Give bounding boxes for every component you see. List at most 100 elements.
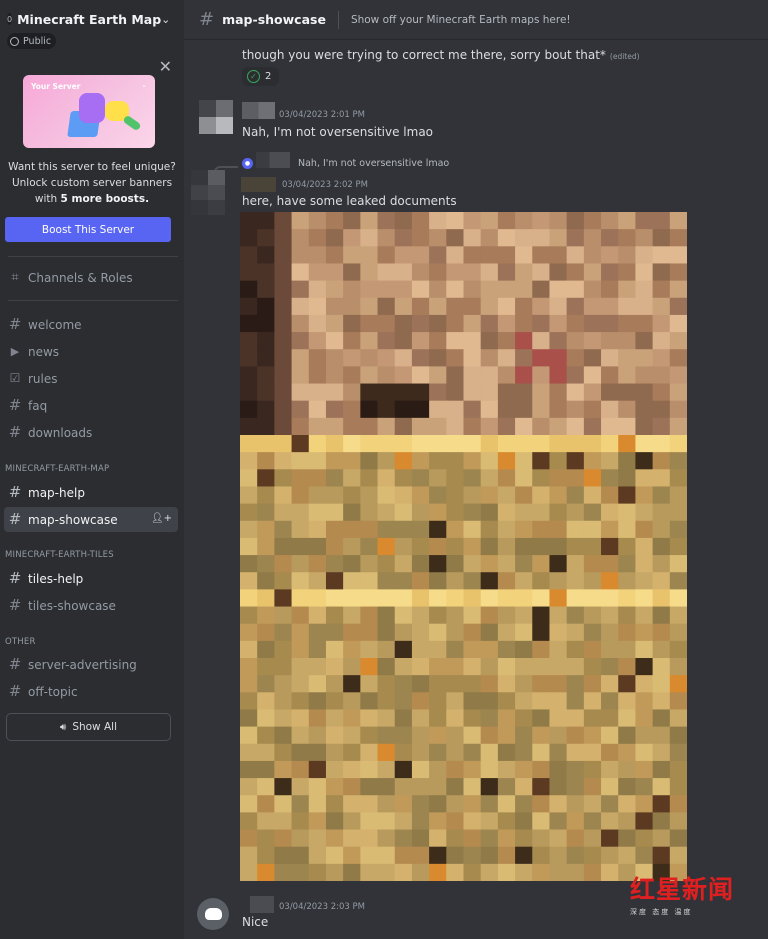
pixel-block xyxy=(429,623,447,642)
pixel-block xyxy=(480,297,499,316)
pixel-block xyxy=(532,863,551,881)
pixel-block xyxy=(497,486,516,505)
pixel-block xyxy=(463,400,482,419)
pixel-block xyxy=(532,469,551,488)
pixel-block xyxy=(635,229,654,247)
pixel-block xyxy=(308,589,327,608)
pixel-block xyxy=(497,366,516,385)
channel-map-showcase[interactable]: # map-showcase 👤︎+ xyxy=(4,507,178,532)
avatar[interactable] xyxy=(191,170,225,215)
add-member-icon[interactable]: 👤︎+ xyxy=(151,513,172,524)
channel-faq[interactable]: # faq xyxy=(4,393,178,418)
pixel-block xyxy=(515,812,533,831)
pixel-block xyxy=(446,606,465,625)
pixel-block xyxy=(411,212,430,230)
pixel-block xyxy=(325,572,344,590)
pixel-block xyxy=(480,743,499,762)
pixel-block xyxy=(497,229,516,247)
pixel-block xyxy=(635,812,654,831)
pixel-block xyxy=(446,846,465,865)
image-attachment[interactable] xyxy=(240,212,687,881)
channel-welcome[interactable]: # welcome xyxy=(4,312,178,337)
hash-icon: # xyxy=(8,315,22,333)
pixel-block xyxy=(480,332,499,350)
username-redacted[interactable] xyxy=(241,177,276,192)
pixel-block xyxy=(377,555,396,573)
reply-preview[interactable]: Nah, I'm not oversensitive lmao xyxy=(298,158,449,169)
pixel-block xyxy=(446,314,465,333)
pixelated-image[interactable] xyxy=(240,212,687,881)
category-label[interactable]: OTHER xyxy=(5,637,36,647)
pixel-block xyxy=(497,503,516,522)
pixel-block xyxy=(669,589,687,608)
channel-off-topic[interactable]: # off-topic xyxy=(4,679,178,704)
pixel-block xyxy=(583,400,602,419)
pixel-block xyxy=(446,229,465,247)
pixel-block xyxy=(549,589,568,608)
pixel-block xyxy=(515,503,533,522)
pixel-block xyxy=(583,452,602,470)
avatar[interactable] xyxy=(199,100,233,134)
channel-server-advertising[interactable]: # server-advertising xyxy=(4,652,178,677)
pixel-block xyxy=(566,863,585,881)
pixel-block xyxy=(240,229,258,247)
pixel-block xyxy=(446,658,465,676)
pixel-block xyxy=(325,812,344,831)
reaction-button[interactable]: ✓ 2 xyxy=(242,67,279,86)
pixel-block xyxy=(274,743,293,762)
pixel-block xyxy=(308,709,327,728)
pixel-block xyxy=(549,435,568,453)
pixel-block xyxy=(480,314,499,333)
channels-roles-item[interactable]: ⌗ Channels & Roles xyxy=(4,265,178,290)
pixel-block xyxy=(291,229,310,247)
pixel-block xyxy=(325,675,344,693)
channel-news[interactable]: ▶ news xyxy=(4,339,178,364)
pixel-block xyxy=(446,503,465,522)
pixel-block xyxy=(583,520,602,539)
pixel-block xyxy=(308,503,327,522)
channel-downloads[interactable]: # downloads xyxy=(4,420,178,445)
pixel-block xyxy=(583,383,602,402)
pixel-block xyxy=(446,246,465,265)
pixel-block xyxy=(549,349,568,367)
channel-tiles-help[interactable]: # tiles-help xyxy=(4,566,178,591)
username-redacted[interactable] xyxy=(250,896,274,913)
pixel-block xyxy=(291,606,310,625)
pixel-block xyxy=(257,589,275,608)
pixel-block xyxy=(480,812,499,831)
close-icon[interactable]: ✕ xyxy=(159,57,172,76)
pixel-block xyxy=(343,520,361,539)
divider xyxy=(8,300,178,301)
pixel-block xyxy=(291,778,310,796)
channel-rules[interactable]: ☑ rules xyxy=(4,366,178,391)
pixel-block xyxy=(601,297,619,316)
pixel-block xyxy=(463,263,482,282)
category-label[interactable]: MINECRAFT-EARTH-MAP xyxy=(5,464,109,474)
pixel-block xyxy=(343,640,361,659)
boost-server-button[interactable]: Boost This Server xyxy=(5,217,171,242)
username-redacted[interactable] xyxy=(242,102,275,119)
pixel-block xyxy=(274,417,293,436)
pixel-block xyxy=(549,383,568,402)
pixel-block xyxy=(480,417,499,436)
pixel-block xyxy=(257,555,275,573)
hash-icon: # xyxy=(8,569,22,587)
reply-username-redacted[interactable] xyxy=(256,152,290,168)
channel-topic[interactable]: Show off your Minecraft Earth maps here! xyxy=(351,14,571,26)
channel-tiles-showcase[interactable]: # tiles-showcase xyxy=(4,593,178,618)
chevron-down-icon[interactable]: ⌄ xyxy=(161,13,170,26)
avatar[interactable] xyxy=(197,898,229,930)
pixel-block xyxy=(480,383,499,402)
pixel-block xyxy=(308,246,327,265)
category-label[interactable]: MINECRAFT-EARTH-TILES xyxy=(5,550,114,560)
pixel-block xyxy=(635,469,654,488)
show-all-button[interactable]: 🔊︎ Show All xyxy=(6,713,171,741)
server-header[interactable]: 0 Minecraft Earth Map ⌄ Public xyxy=(0,0,184,52)
pixel-block xyxy=(583,366,602,385)
pixel-block xyxy=(257,520,275,539)
pixel-block xyxy=(566,709,585,728)
channel-map-help[interactable]: # map-help xyxy=(4,480,178,505)
pixel-block xyxy=(566,829,585,848)
pixel-block xyxy=(532,829,551,848)
pixel-block xyxy=(325,332,344,350)
